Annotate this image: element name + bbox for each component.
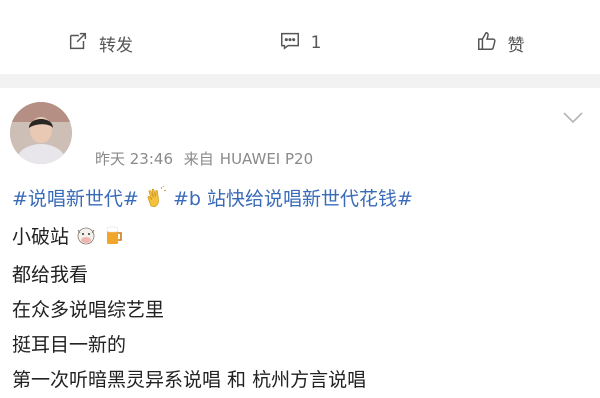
cow-icon [75,223,97,258]
comment-button[interactable]: 1 [200,30,400,57]
repost-label: 转发 [99,35,133,56]
chevron-down-icon[interactable] [562,110,584,124]
thumbs-up-icon [476,30,498,57]
comment-icon [279,30,301,57]
post-time: 昨天 23:46 [95,150,173,168]
like-button[interactable]: 赞 [400,30,600,57]
post-divider [0,74,600,88]
clapping-hands-icon [145,185,167,220]
hashtag-line: #说唱新世代# #b 站快给说唱新世代花钱# [12,182,590,220]
repost-icon [67,30,89,57]
avatar[interactable] [10,102,72,164]
hashtag-link[interactable]: #b 站快给说唱新世代花钱# [173,188,413,210]
repost-button[interactable]: 转发 [0,30,200,57]
post-line: 小破站 [12,220,590,258]
post-line: 都给我看 [12,264,89,286]
like-label: 赞 [507,35,525,56]
comment-count: 1 [310,33,322,53]
source-prefix: 来自 [183,150,214,168]
hashtag-link[interactable]: #说唱新世代# [12,188,139,210]
beer-mug-icon [103,223,125,258]
post-line: 挺耳目一新的 [12,334,127,356]
post-line: 第一次听暗黑灵异系说唱 和 杭州方言说唱 [12,369,367,391]
post-line-text: 小破站 [12,226,70,248]
post-meta: 昨天 23:46 来自 HUAWEI P20 [95,148,319,169]
previous-post-remnant [0,0,600,12]
post-body: #说唱新世代# #b 站快给说唱新世代花钱# 小破站 都给我看 在众多说唱综艺里… [12,182,590,398]
post-action-bar: 转发 1 赞 [0,12,600,74]
weibo-post: 昨天 23:46 来自 HUAWEI P20 #说唱新世代# #b 站快给说唱新世… [0,88,600,394]
source-device: HUAWEI P20 [219,150,314,168]
post-line: 在众多说唱综艺里 [12,299,165,321]
